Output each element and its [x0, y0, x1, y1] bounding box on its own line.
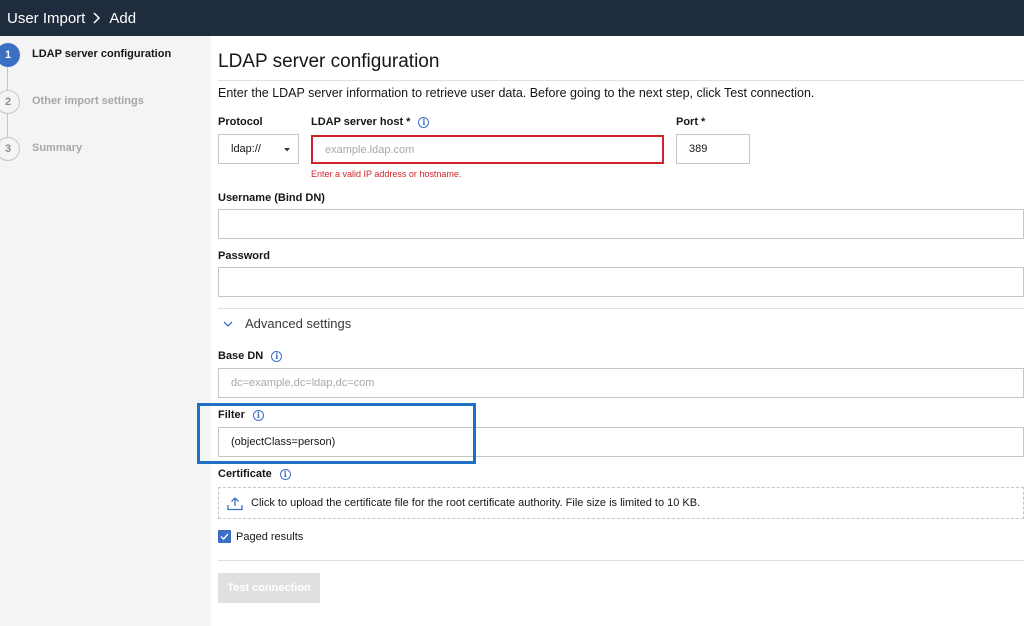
paged-results-checkbox[interactable] [218, 530, 231, 543]
upload-icon [227, 496, 243, 511]
base-dn-label: Base DN i [218, 350, 283, 362]
step-label: LDAP server configuration [32, 48, 172, 60]
step-label: Other import settings [32, 95, 144, 107]
step-number: 3 [0, 137, 20, 161]
step-label: Summary [32, 142, 83, 154]
section-divider [218, 560, 1024, 561]
advanced-settings-label: Advanced settings [245, 316, 352, 331]
filter-highlight-box [197, 403, 476, 464]
section-divider [218, 308, 1024, 309]
chevron-down-icon [223, 321, 233, 327]
chevron-right-icon [93, 12, 101, 24]
port-value: 389 [689, 143, 708, 155]
paged-results-row: Paged results [218, 530, 303, 543]
password-label: Password [218, 250, 270, 262]
breadcrumb-parent[interactable]: User Import [7, 10, 85, 27]
advanced-settings-toggle[interactable]: Advanced settings [223, 316, 351, 331]
step-number: 1 [0, 43, 20, 67]
certificate-label: Certificate i [218, 468, 291, 480]
protocol-label: Protocol [218, 116, 263, 128]
test-connection-button[interactable]: Test connection [218, 573, 320, 603]
host-placeholder: example.ldap.com [325, 143, 415, 156]
checkmark-icon [220, 533, 229, 540]
base-dn-input[interactable]: dc=example,dc=ldap,dc=com [218, 368, 1024, 398]
host-label: LDAP server host * i [311, 116, 430, 128]
certificate-upload-area[interactable]: Click to upload the certificate file for… [218, 487, 1024, 519]
protocol-value: ldap:// [231, 143, 261, 155]
step-navigation: 1 LDAP server configuration 2 Other impo… [0, 36, 211, 626]
step-number: 2 [0, 90, 20, 114]
info-icon[interactable]: i [418, 116, 430, 128]
paged-results-label: Paged results [236, 530, 304, 543]
base-dn-placeholder: dc=example,dc=ldap,dc=com [231, 377, 375, 389]
info-icon[interactable]: i [271, 350, 283, 362]
breadcrumb-current: Add [109, 9, 137, 27]
port-input[interactable]: 389 [676, 134, 750, 164]
chevron-down-icon [284, 144, 290, 154]
username-label: Username (Bind DN) [218, 192, 325, 204]
top-bar: User Import Add [0, 0, 1024, 36]
port-label: Port * [676, 116, 706, 128]
page-intro: Enter the LDAP server information to ret… [218, 86, 815, 100]
upload-text: Click to upload the certificate file for… [251, 497, 701, 509]
title-divider [218, 80, 1024, 81]
protocol-select[interactable]: ldap:// [218, 134, 299, 164]
username-input[interactable] [218, 209, 1024, 239]
host-input[interactable]: example.ldap.com [311, 135, 664, 164]
page-title: LDAP server configuration [218, 51, 440, 72]
password-input[interactable] [218, 267, 1024, 297]
info-icon[interactable]: i [279, 468, 291, 480]
host-error-message: Enter a valid IP address or hostname. [311, 169, 462, 179]
